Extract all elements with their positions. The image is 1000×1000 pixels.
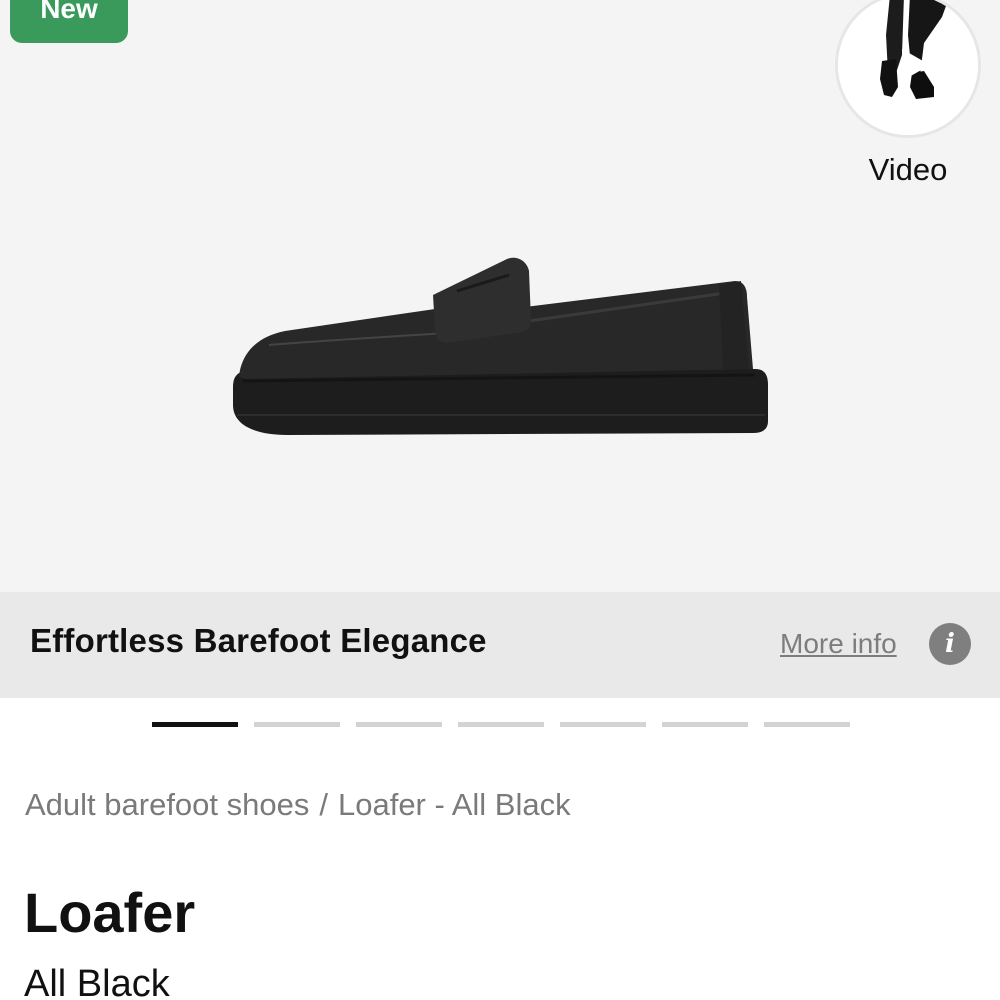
info-banner: Effortless Barefoot Elegance More info i (0, 592, 1000, 698)
video-thumbnail[interactable] (835, 0, 981, 138)
pager-dot-4[interactable] (458, 722, 544, 727)
gallery-pager (152, 722, 850, 728)
breadcrumb-item-current: Loafer - All Black (337, 787, 571, 822)
more-info-link[interactable]: More info (780, 628, 897, 660)
new-badge: New (10, 0, 128, 43)
info-icon-glyph: i (945, 629, 955, 659)
new-badge-label: New (40, 0, 98, 24)
video-button[interactable]: Video (833, 0, 983, 190)
video-thumbnail-image (838, 0, 978, 135)
video-label: Video (868, 152, 948, 187)
product-image (233, 257, 768, 435)
pager-dot-7[interactable] (764, 722, 850, 727)
product-variant: All Black (24, 963, 170, 1000)
breadcrumb: Adult barefoot shoes / Loafer - All Black (25, 787, 571, 823)
pager-dot-2[interactable] (254, 722, 340, 727)
pager-dot-1[interactable] (152, 722, 238, 727)
product-gallery[interactable]: New Video (0, 0, 1000, 592)
pager-dot-3[interactable] (356, 722, 442, 727)
info-icon[interactable]: i (929, 623, 971, 665)
breadcrumb-separator: / (319, 787, 328, 822)
breadcrumb-item-category[interactable]: Adult barefoot shoes (25, 787, 309, 822)
pager-dot-5[interactable] (560, 722, 646, 727)
info-banner-title: Effortless Barefoot Elegance (30, 622, 487, 659)
product-title: Loafer (24, 881, 196, 944)
pager-dot-6[interactable] (662, 722, 748, 727)
